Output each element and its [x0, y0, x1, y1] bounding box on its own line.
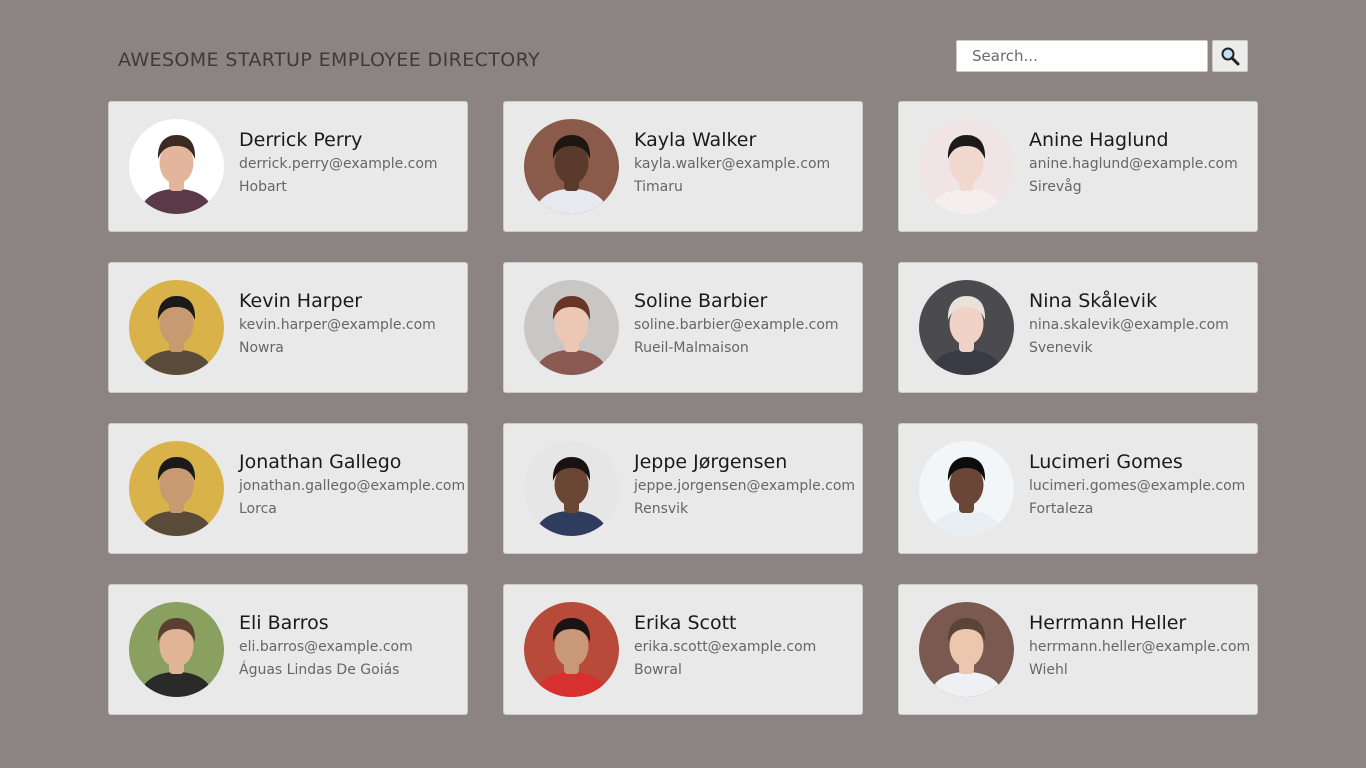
employee-card[interactable]: Anine Haglund anine.haglund@example.com …: [898, 101, 1258, 232]
employee-city: Lorca: [239, 500, 277, 517]
employee-name: Anine Haglund: [1029, 128, 1169, 151]
employee-card[interactable]: Soline Barbier soline.barbier@example.co…: [503, 262, 863, 393]
employee-city: Fortaleza: [1029, 500, 1094, 517]
magnifier-icon: [1221, 47, 1240, 66]
employee-card[interactable]: Nina Skålevik nina.skalevik@example.com …: [898, 262, 1258, 393]
employee-name: Herrmann Heller: [1029, 611, 1187, 634]
page: AWESOME STARTUP EMPLOYEE DIRECTORY Derri…: [0, 0, 1366, 768]
employee-card[interactable]: Jonathan Gallego jonathan.gallego@exampl…: [108, 423, 468, 554]
employee-avatar: [129, 119, 224, 214]
employee-card[interactable]: Derrick Perry derrick.perry@example.com …: [108, 101, 468, 232]
employee-info: Erika Scott erika.scott@example.com Bowr…: [634, 611, 816, 681]
employee-name: Jeppe Jørgensen: [634, 450, 788, 473]
employee-avatar: [919, 280, 1014, 375]
employee-info: Jeppe Jørgensen jeppe.jorgensen@example.…: [634, 450, 855, 520]
employee-card[interactable]: Erika Scott erika.scott@example.com Bowr…: [503, 584, 863, 715]
employee-avatar: [129, 280, 224, 375]
employee-card[interactable]: Kevin Harper kevin.harper@example.com No…: [108, 262, 468, 393]
employee-email: jeppe.jorgensen@example.com: [634, 477, 856, 494]
employee-city: Rueil-Malmaison: [634, 339, 749, 356]
employee-name: Soline Barbier: [634, 289, 768, 312]
employee-info: Jonathan Gallego jonathan.gallego@exampl…: [239, 450, 465, 520]
employee-info: Nina Skålevik nina.skalevik@example.com …: [1029, 289, 1229, 359]
employee-city: Águas Lindas De Goiás: [239, 661, 400, 678]
employee-info: Kevin Harper kevin.harper@example.com No…: [239, 289, 436, 359]
employee-avatar: [524, 119, 619, 214]
employee-city: Timaru: [634, 178, 683, 195]
employee-info: Anine Haglund anine.haglund@example.com …: [1029, 128, 1238, 198]
employee-email: nina.skalevik@example.com: [1029, 316, 1229, 333]
employee-info: Herrmann Heller herrmann.heller@example.…: [1029, 611, 1250, 681]
employee-email: erika.scott@example.com: [634, 638, 817, 655]
employee-card[interactable]: Kayla Walker kayla.walker@example.com Ti…: [503, 101, 863, 232]
employee-card[interactable]: Jeppe Jørgensen jeppe.jorgensen@example.…: [503, 423, 863, 554]
employee-email: kayla.walker@example.com: [634, 155, 831, 172]
employee-info: Soline Barbier soline.barbier@example.co…: [634, 289, 839, 359]
employee-name: Eli Barros: [239, 611, 329, 634]
employee-email: herrmann.heller@example.com: [1029, 638, 1251, 655]
employee-city: Hobart: [239, 178, 287, 195]
employee-info: Eli Barros eli.barros@example.com Águas …: [239, 611, 413, 681]
employee-name: Derrick Perry: [239, 128, 363, 151]
employee-info: Kayla Walker kayla.walker@example.com Ti…: [634, 128, 830, 198]
employee-avatar: [129, 602, 224, 697]
search-button[interactable]: [1212, 40, 1248, 72]
employee-gallery: Derrick Perry derrick.perry@example.com …: [108, 101, 1258, 715]
employee-city: Sirevåg: [1029, 178, 1082, 195]
employee-email: kevin.harper@example.com: [239, 316, 436, 333]
employee-avatar: [919, 119, 1014, 214]
employee-email: eli.barros@example.com: [239, 638, 413, 655]
page-title: AWESOME STARTUP EMPLOYEE DIRECTORY: [118, 49, 541, 71]
employee-avatar: [919, 441, 1014, 536]
employee-avatar: [919, 602, 1014, 697]
employee-avatar: [524, 280, 619, 375]
employee-name: Erika Scott: [634, 611, 737, 634]
employee-email: derrick.perry@example.com: [239, 155, 438, 172]
employee-email: lucimeri.gomes@example.com: [1029, 477, 1246, 494]
employee-city: Nowra: [239, 339, 284, 356]
employee-avatar: [524, 441, 619, 536]
employee-name: Nina Skålevik: [1029, 289, 1158, 312]
employee-name: Kayla Walker: [634, 128, 757, 151]
employee-email: soline.barbier@example.com: [634, 316, 839, 333]
employee-name: Kevin Harper: [239, 289, 363, 312]
employee-city: Bowral: [634, 661, 682, 678]
employee-info: Lucimeri Gomes lucimeri.gomes@example.co…: [1029, 450, 1245, 520]
employee-email: anine.haglund@example.com: [1029, 155, 1238, 172]
employee-card[interactable]: Lucimeri Gomes lucimeri.gomes@example.co…: [898, 423, 1258, 554]
employee-card[interactable]: Eli Barros eli.barros@example.com Águas …: [108, 584, 468, 715]
employee-avatar: [524, 602, 619, 697]
search-input[interactable]: [956, 40, 1208, 72]
search-form: [956, 40, 1248, 72]
employee-email: jonathan.gallego@example.com: [239, 477, 466, 494]
employee-city: Wiehl: [1029, 661, 1068, 678]
employee-info: Derrick Perry derrick.perry@example.com …: [239, 128, 438, 198]
employee-city: Svenevik: [1029, 339, 1093, 356]
employee-city: Rensvik: [634, 500, 689, 517]
employee-avatar: [129, 441, 224, 536]
header: AWESOME STARTUP EMPLOYEE DIRECTORY: [118, 40, 1248, 74]
employee-name: Jonathan Gallego: [239, 450, 402, 473]
employee-card[interactable]: Herrmann Heller herrmann.heller@example.…: [898, 584, 1258, 715]
employee-name: Lucimeri Gomes: [1029, 450, 1183, 473]
